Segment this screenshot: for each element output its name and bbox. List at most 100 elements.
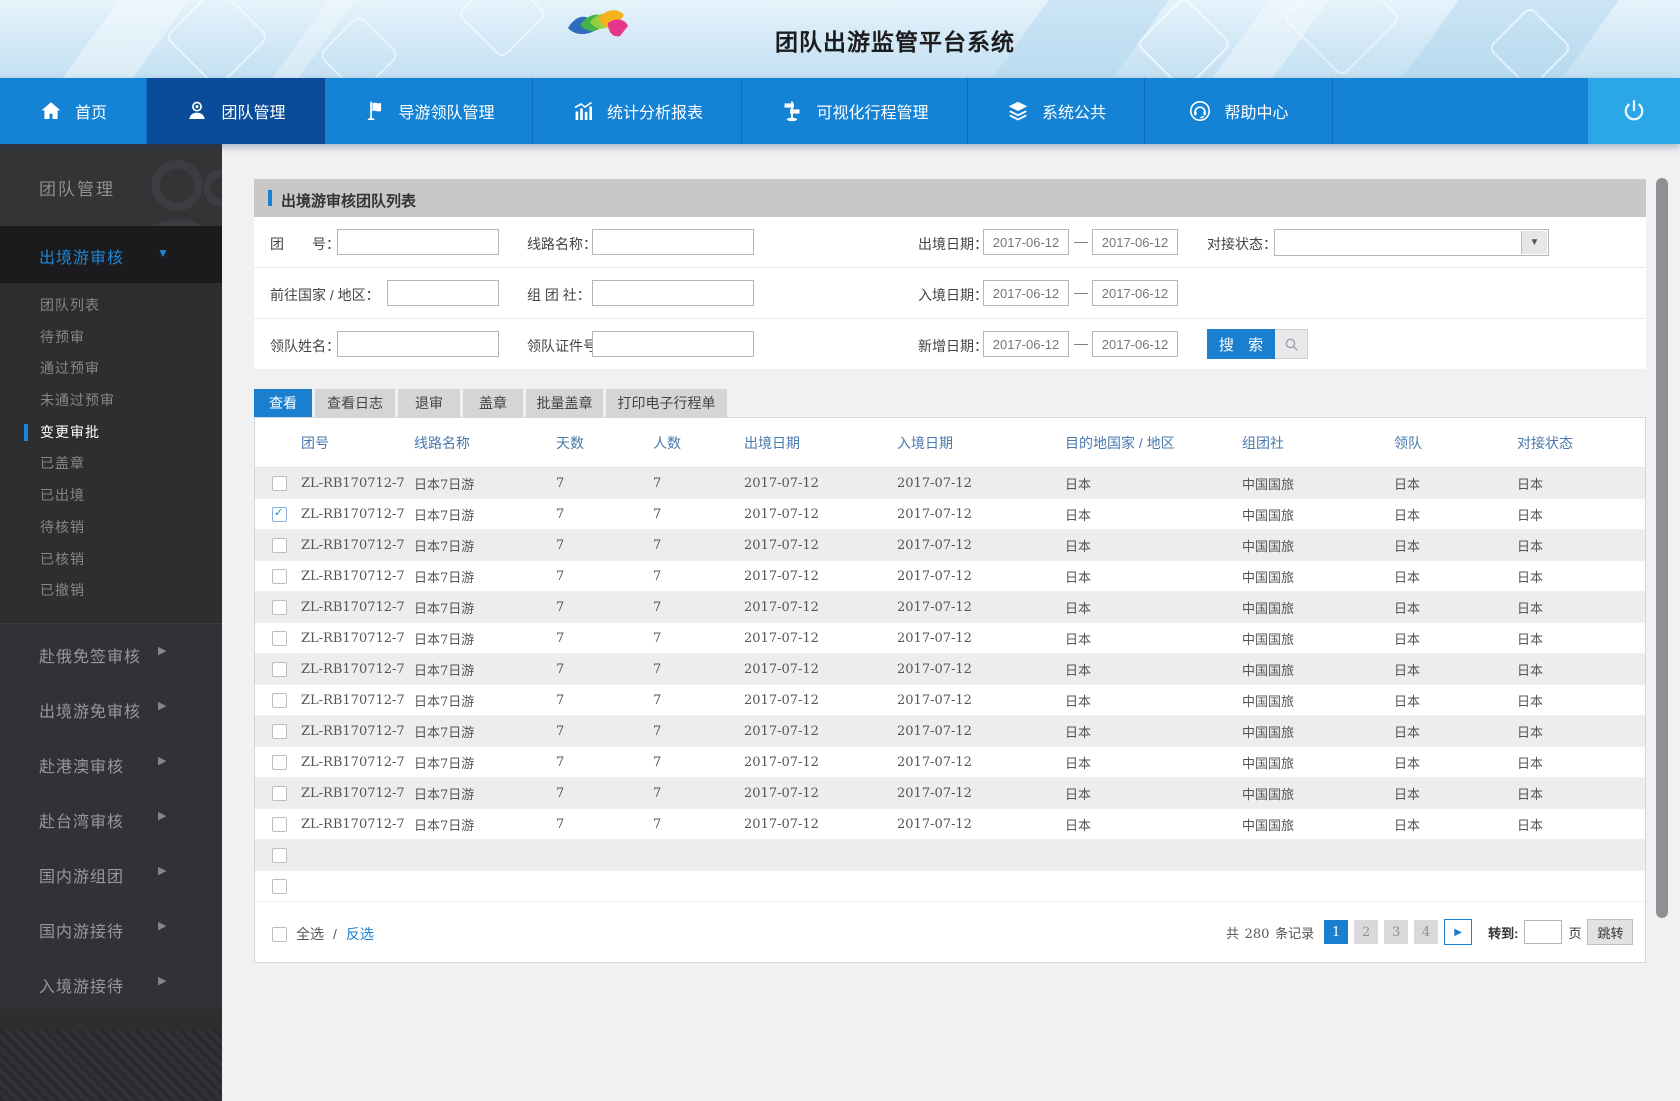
cell-entry-date: 2017-07-12 (897, 599, 972, 615)
toolbar-button[interactable]: 盖章 (463, 389, 523, 417)
row-checkbox[interactable] (272, 569, 287, 585)
goto-label: 转到: (1488, 925, 1519, 941)
form-row-2: 前往国家 / 地区： 组 团 社： 入境日期： — (254, 267, 1646, 318)
route-name-input[interactable] (592, 229, 754, 255)
toolbar-button[interactable]: 批量盖章 (526, 389, 603, 417)
row-checkbox[interactable] (272, 755, 287, 771)
entry-date-from-input[interactable] (983, 280, 1069, 306)
next-page-button[interactable]: ▶ (1444, 919, 1473, 945)
table-row: ZL-RB170712-7 日本7日游 7 7 2017-07-12 2017-07-12… (255, 777, 1645, 809)
vertical-scrollbar[interactable] (1656, 178, 1668, 918)
sidebar-sub-item[interactable]: 通过预审 (0, 353, 222, 385)
nav-item-6[interactable]: 系统公共 (968, 78, 1145, 144)
row-checkbox[interactable] (272, 817, 287, 833)
entry-date-label: 入境日期： (918, 287, 988, 303)
sidebar-sub-item[interactable]: 已核销 (0, 544, 222, 576)
cell-team-no: ZL-RB170712-7 (301, 754, 405, 770)
nav-item-2[interactable]: 团队管理 (147, 78, 325, 144)
sidebar-group-item[interactable]: 入境游接待 ▶ (0, 954, 222, 1009)
toolbar-button[interactable]: 查看日志 (315, 389, 395, 417)
toolbar-button[interactable]: 查看 (254, 389, 312, 417)
row-checkbox[interactable] (272, 662, 287, 678)
entry-date-to-input[interactable] (1092, 280, 1178, 306)
select-all-label[interactable]: 全选 (296, 924, 324, 944)
cell-agency: 中国国旅 (1242, 818, 1295, 834)
add-date-to-input[interactable] (1092, 331, 1178, 357)
cell-days: 7 (556, 475, 565, 491)
search-button[interactable]: 搜 索 (1207, 329, 1308, 359)
add-date-from-input[interactable] (983, 331, 1069, 357)
page-button-2[interactable]: 2 (1354, 920, 1379, 944)
row-checkbox[interactable] (272, 538, 287, 554)
sidebar-sub-item[interactable]: 未通过预审 (0, 385, 222, 417)
col-dock-status: 对接状态 (1517, 418, 1645, 468)
invert-selection-link[interactable]: 反选 (346, 924, 374, 944)
destination-input[interactable] (387, 280, 499, 306)
sidebar-sub-item[interactable]: 已盖章 (0, 448, 222, 480)
cell-dock-status: 日本 (1517, 694, 1544, 710)
page-button-3[interactable]: 3 (1384, 920, 1409, 944)
cell-agency: 中国国旅 (1242, 787, 1295, 803)
col-checkbox (255, 418, 301, 468)
row-checkbox[interactable] (272, 879, 287, 895)
row-checkbox[interactable] (272, 848, 287, 864)
goto-page-input[interactable] (1524, 920, 1563, 944)
nav-item-1[interactable]: 首页 (0, 78, 147, 144)
sidebar-sub-item[interactable]: 团队列表 (0, 290, 222, 322)
cell-leader: 日本 (1394, 570, 1421, 586)
table-row: ZL-RB170712-7 日本7日游 7 7 2017-07-12 2017-07-12… (255, 529, 1645, 561)
nav-item-3[interactable]: 导游领队管理 (325, 78, 533, 144)
table-row: ZL-RB170712-7 日本7日游 7 7 2017-07-12 2017-07-12… (255, 622, 1645, 654)
select-all-checkbox[interactable] (272, 926, 287, 942)
sidebar-sub-item[interactable]: 已出境 (0, 480, 222, 512)
cell-days: 7 (556, 723, 565, 739)
cell-days: 7 (556, 785, 565, 801)
cell-depart-date: 2017-07-12 (744, 506, 819, 522)
row-checkbox[interactable] (272, 724, 287, 740)
sidebar-sub-item[interactable]: 待核销 (0, 512, 222, 544)
cell-depart-date: 2017-07-12 (744, 816, 819, 832)
logout-button[interactable] (1588, 78, 1680, 144)
depart-date-from-input[interactable] (983, 229, 1069, 255)
table-body: ZL-RB170712-7 日本7日游 7 7 2017-07-12 2017-07-12… (255, 467, 1645, 902)
row-checkbox[interactable] (272, 693, 287, 709)
leader-id-input[interactable] (592, 331, 754, 357)
agency-input[interactable] (592, 280, 754, 306)
sidebar-group-item[interactable]: 出境游免审核 ▶ (0, 679, 222, 734)
toolbar-button[interactable]: 退审 (398, 389, 460, 417)
sidebar-group-item[interactable]: 国内游接待 ▶ (0, 899, 222, 954)
toolbar-button[interactable]: 打印电子行程单 (606, 389, 727, 417)
nav-item-7[interactable]: 帮助中心 (1145, 78, 1333, 144)
sidebar-sub-item[interactable]: 变更审批 (0, 417, 222, 449)
row-checkbox[interactable] (272, 631, 287, 647)
sidebar-group-item[interactable]: 国内游组团 ▶ (0, 844, 222, 899)
team-no-input[interactable] (337, 229, 499, 255)
sidebar-group-item[interactable]: 赴俄免签审核 ▶ (0, 624, 222, 679)
jump-button[interactable]: 跳转 (1587, 919, 1634, 945)
row-checkbox[interactable] (272, 600, 287, 616)
sidebar-sub-item[interactable]: 待预审 (0, 322, 222, 354)
date-range-dash: — (1074, 335, 1088, 351)
sidebar-group-item[interactable]: 赴台湾审核 ▶ (0, 789, 222, 844)
cell-dock-status: 日本 (1517, 725, 1544, 741)
sidebar-group-item[interactable]: 赴港澳审核 ▶ (0, 734, 222, 789)
row-checkbox[interactable] (272, 786, 287, 802)
sidebar-group-outbound-audit[interactable]: 出境游审核 ▼ (0, 226, 222, 283)
row-checkbox[interactable] (272, 507, 287, 523)
row-checkbox[interactable] (272, 476, 287, 492)
sidebar-sub-item[interactable]: 已撤销 (0, 575, 222, 607)
nav-item-5[interactable]: 可视化行程管理 (742, 78, 968, 144)
table-row: ZL-RB170712-7 日本7日游 7 7 2017-07-12 2017-07-12… (255, 467, 1645, 499)
dock-status-select[interactable]: ▼ (1274, 229, 1549, 256)
depart-date-to-input[interactable] (1092, 229, 1178, 255)
cell-route-name: 日本7日游 (414, 756, 475, 772)
page-button-1[interactable]: 1 (1324, 920, 1349, 944)
route-name-label: 线路名称： (527, 236, 597, 252)
banner-diamond (456, 0, 548, 60)
nav-item-4[interactable]: 统计分析报表 (533, 78, 742, 144)
cell-destination: 日本 (1065, 539, 1092, 555)
chevron-right-icon: ▶ (158, 974, 167, 987)
leader-name-input[interactable] (337, 331, 499, 357)
page-button-4[interactable]: 4 (1414, 920, 1439, 944)
cell-team-no: ZL-RB170712-7 (301, 661, 405, 677)
